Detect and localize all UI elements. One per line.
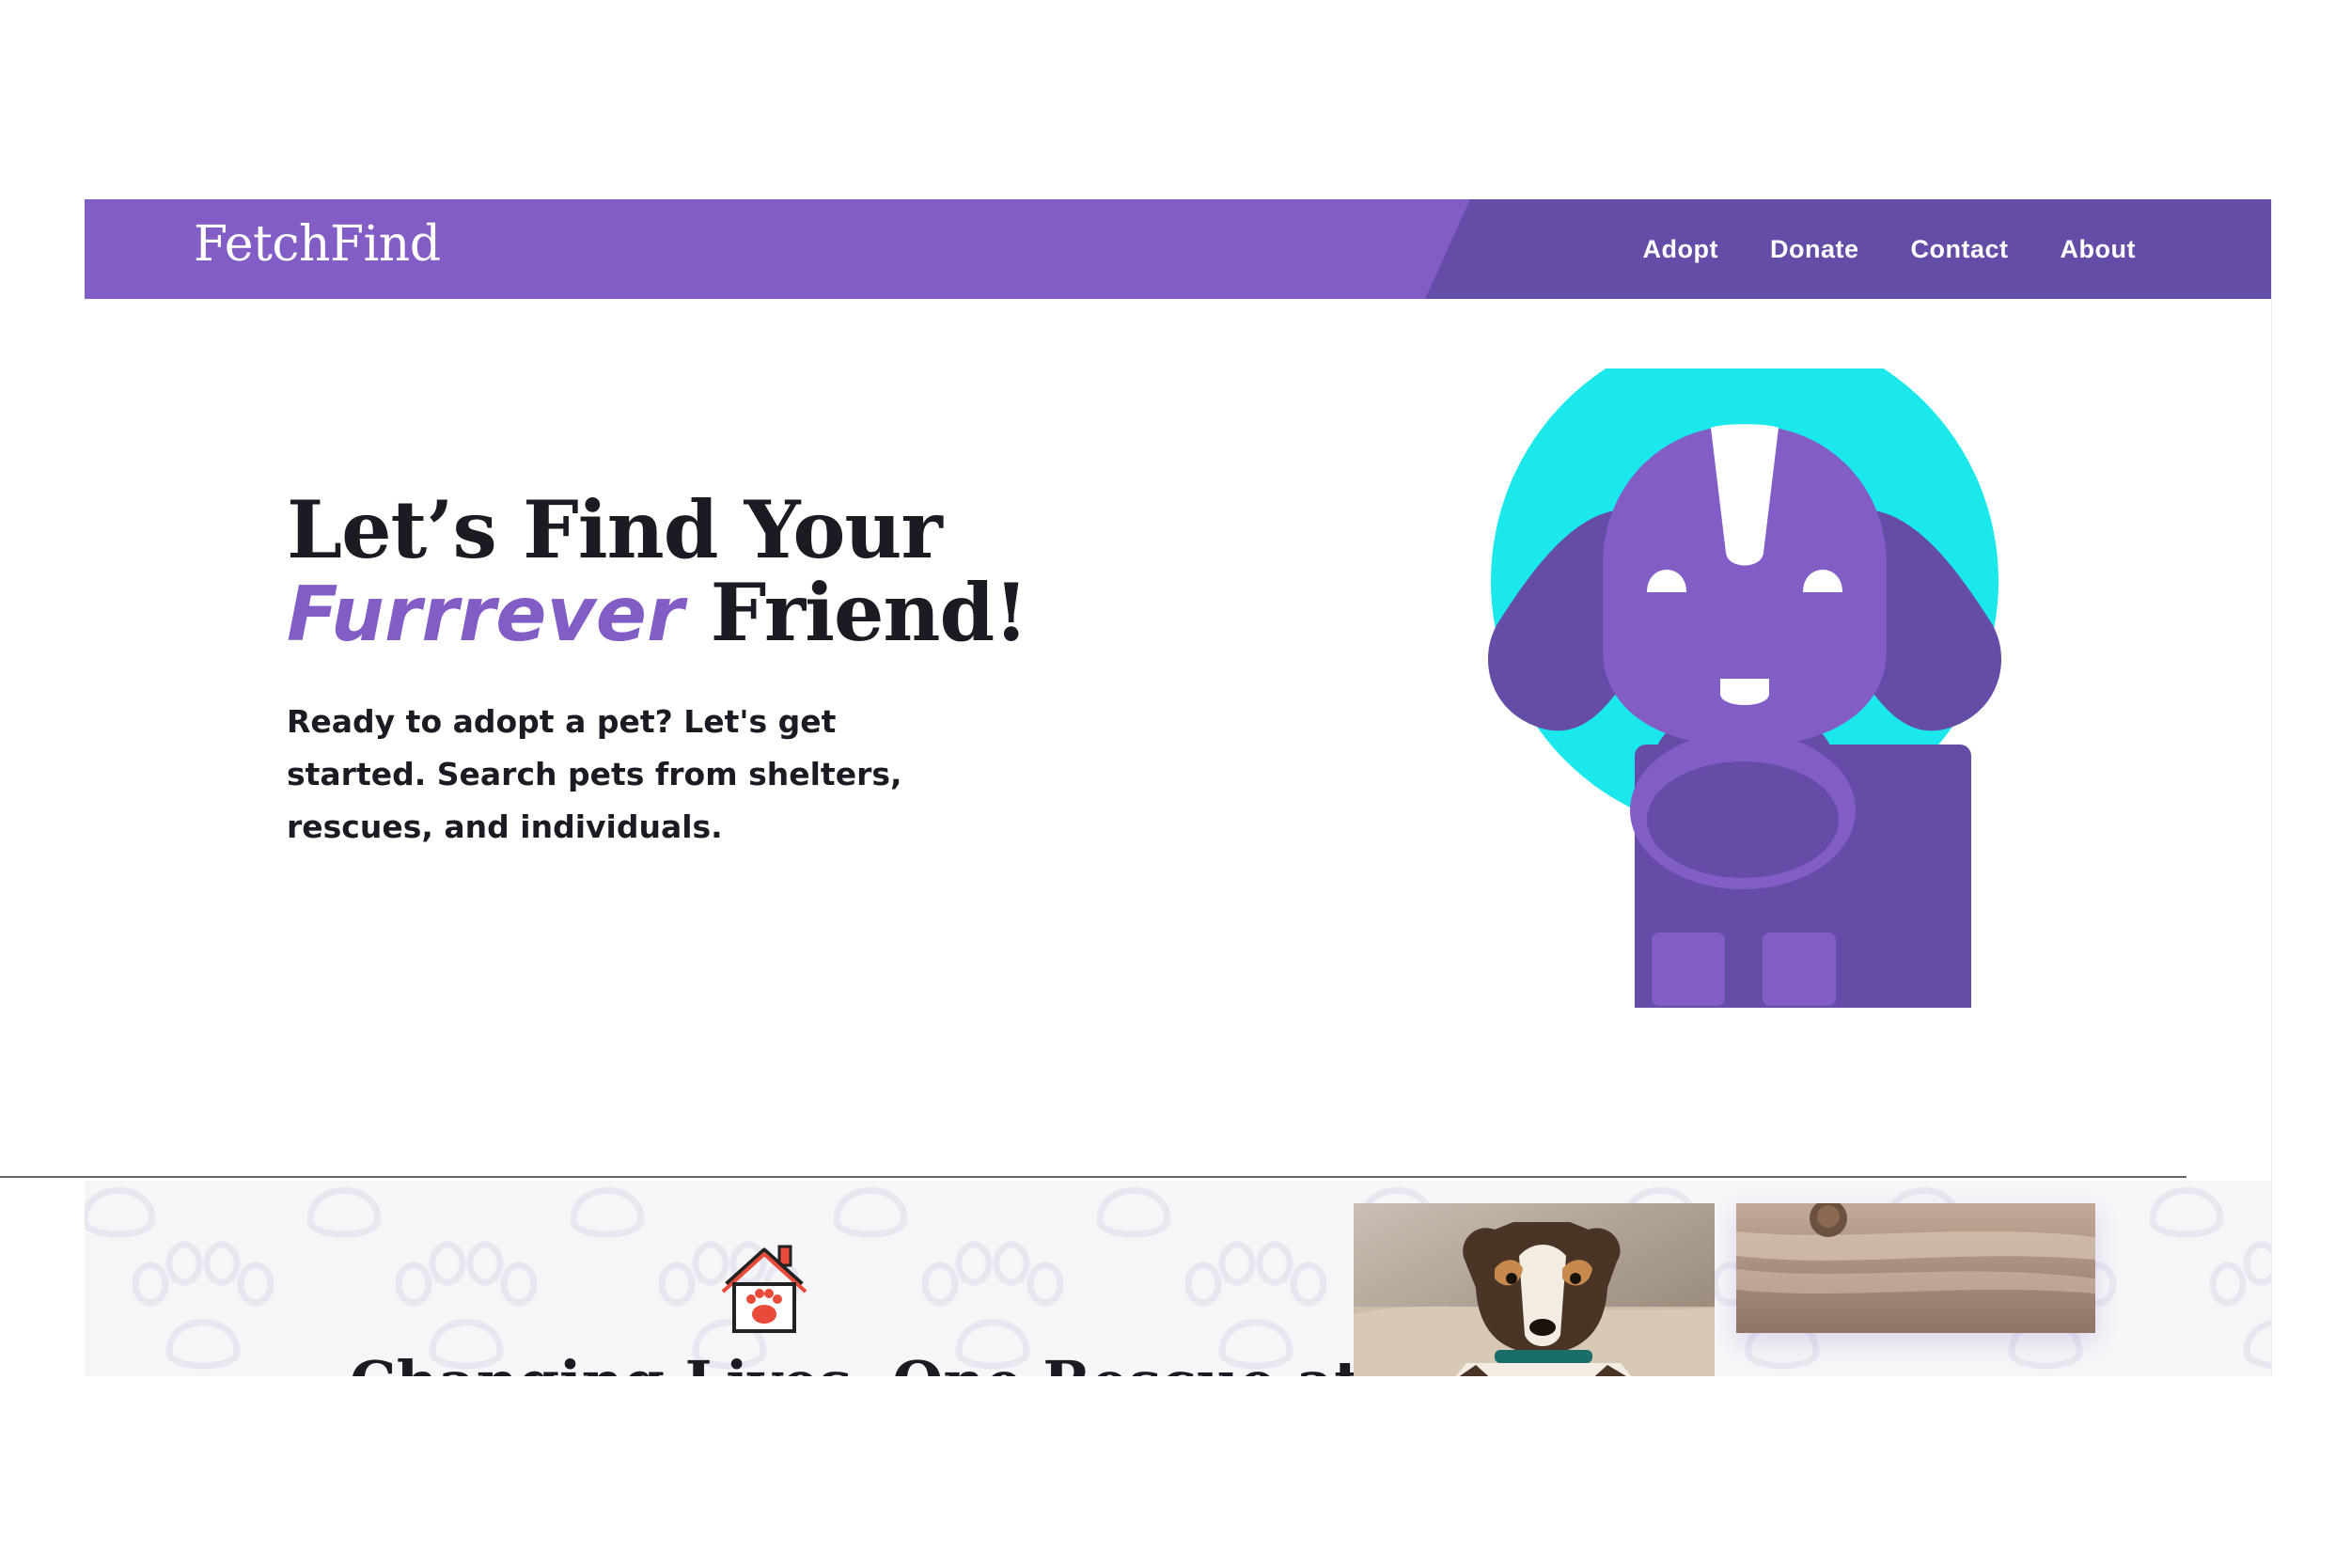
browser-viewport: FetchFind Adopt Donate Contact About Let… bbox=[85, 199, 2272, 1376]
dog-illustration bbox=[1487, 368, 2002, 1008]
features-section: Changing Lives, One Rescue at a Time bbox=[85, 1181, 2271, 1376]
nav-link-donate[interactable]: Donate bbox=[1770, 235, 1859, 264]
brand-logo[interactable]: FetchFind bbox=[194, 216, 441, 273]
house-paw-icon bbox=[721, 1245, 807, 1333]
hero-title: Let’s Find Your Furrrever Friend! bbox=[287, 489, 1028, 659]
nav-link-adopt[interactable]: Adopt bbox=[1643, 235, 1718, 264]
hero-title-accent: Furrrever bbox=[287, 571, 684, 658]
hero-description: Ready to adopt a pet? Let's get started.… bbox=[287, 703, 902, 845]
hero-title-line1: Let’s Find Your bbox=[287, 483, 943, 576]
navbar: FetchFind Adopt Donate Contact About bbox=[85, 199, 2271, 299]
dog-photo[interactable] bbox=[1354, 1203, 1715, 1376]
viewport-bottom-edge bbox=[0, 1176, 2186, 1178]
nav-menu: Adopt Donate Contact About bbox=[1643, 199, 2136, 299]
hero-title-end: Friend! bbox=[683, 566, 1028, 659]
cat-bed-photo[interactable] bbox=[1736, 1203, 2095, 1333]
nav-link-about[interactable]: About bbox=[2061, 235, 2136, 264]
nav-link-contact[interactable]: Contact bbox=[1911, 235, 2009, 264]
